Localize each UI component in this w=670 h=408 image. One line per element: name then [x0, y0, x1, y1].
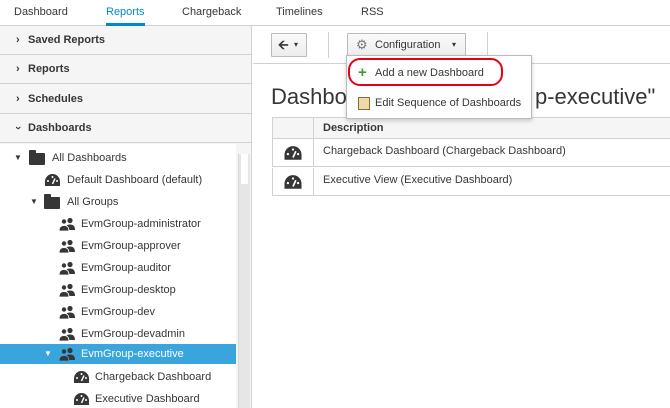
group-icon: [58, 305, 75, 320]
tree-node-label: EvmGroup-executive: [81, 348, 184, 360]
accordion-saved-reports[interactable]: › Saved Reports: [0, 26, 251, 55]
tree-node-dashboard[interactable]: Executive Dashboard: [0, 388, 236, 408]
tree-node-dashboard[interactable]: Chargeback Dashboard: [0, 366, 236, 388]
caret-down-icon: ▾: [452, 40, 457, 49]
chevron-right-icon: ›: [16, 63, 20, 75]
group-icon: [58, 261, 75, 276]
configuration-button[interactable]: ⚙ Configuration ▾: [347, 33, 466, 57]
scrollbar-thumb[interactable]: [241, 154, 248, 184]
group-icon: [58, 283, 75, 298]
chevron-right-icon: ›: [16, 34, 20, 46]
tree-node-label: All Dashboards: [52, 152, 127, 164]
tree-node-group[interactable]: EvmGroup-devadmin: [0, 323, 236, 345]
page-title-right: p-executive": [535, 84, 656, 109]
tree-node-label: EvmGroup-approver: [81, 240, 181, 252]
tab-dashboard[interactable]: Dashboard: [14, 0, 68, 26]
group-icon: [58, 327, 75, 342]
menu-item-label: Edit Sequence of Dashboards: [375, 97, 522, 109]
menu-item-edit-sequence[interactable]: Edit Sequence of Dashboards: [347, 91, 531, 115]
menu-item-add-dashboard[interactable]: + Add a new Dashboard: [347, 61, 531, 85]
folder-icon: [44, 194, 60, 211]
tab-chargeback[interactable]: Chargeback: [182, 0, 241, 26]
tree-node-label: Chargeback Dashboard: [95, 371, 212, 383]
table-header-row: Description: [272, 118, 670, 139]
group-icon: [58, 347, 75, 362]
accordion-label: Saved Reports: [28, 34, 106, 46]
table-row[interactable]: Executive View (Executive Dashboard): [272, 168, 670, 196]
table-row[interactable]: Chargeback Dashboard (Chargeback Dashboa…: [272, 139, 670, 167]
dashboard-icon: [73, 370, 89, 384]
folder-icon: [29, 150, 45, 167]
tree-node-label: Executive Dashboard: [95, 393, 200, 405]
dashboard-icon: [44, 173, 60, 187]
configuration-dropdown-menu: + Add a new Dashboard Edit Sequence of D…: [346, 55, 532, 119]
expand-triangle-icon[interactable]: ▼: [30, 191, 38, 213]
accordion-label: Schedules: [28, 93, 84, 105]
column-header-description[interactable]: Description: [323, 118, 384, 139]
dashboards-tree: ▼ All Dashboards Default Dashboard (defa…: [0, 144, 236, 408]
accordion-label: Reports: [28, 63, 70, 75]
tree-node-label: EvmGroup-dev: [81, 306, 155, 318]
group-icon: [58, 239, 75, 254]
row-icon-cell: [273, 139, 314, 166]
tab-rss[interactable]: RSS: [361, 0, 384, 26]
row-description: Chargeback Dashboard (Chargeback Dashboa…: [323, 145, 566, 157]
tree-node-group[interactable]: EvmGroup-approver: [0, 235, 236, 257]
expand-triangle-icon[interactable]: ▼: [44, 344, 52, 364]
accordion-schedules[interactable]: › Schedules: [0, 85, 251, 114]
clipboard-icon: [358, 97, 370, 110]
chevron-down-icon: ›: [11, 126, 24, 130]
toolbar-divider: [328, 32, 329, 58]
dashboard-icon: [283, 145, 303, 165]
tab-timelines[interactable]: Timelines: [276, 0, 323, 26]
plus-icon: +: [358, 64, 367, 81]
tree-node-all-dashboards[interactable]: ▼ All Dashboards: [0, 147, 236, 169]
menu-item-label: Add a new Dashboard: [375, 67, 484, 79]
chevron-right-icon: ›: [16, 93, 20, 105]
top-tabs: Dashboard Reports Chargeback Timelines R…: [0, 0, 670, 26]
page-title-left: Dashbo: [271, 84, 347, 109]
caret-down-icon: ▾: [294, 40, 299, 49]
configuration-label: Configuration: [375, 39, 441, 51]
group-icon: [58, 217, 75, 232]
page-title: Dashbo p-executive": [271, 84, 655, 110]
tree-node-label: All Groups: [67, 196, 119, 208]
row-description: Executive View (Executive Dashboard): [323, 174, 513, 186]
tree-scrollbar[interactable]: [238, 154, 250, 408]
tree-node-label: EvmGroup-administrator: [81, 218, 201, 230]
tree-node-label: EvmGroup-auditor: [81, 262, 171, 274]
tree-node-label: EvmGroup-devadmin: [81, 328, 185, 340]
expand-triangle-icon[interactable]: ▼: [14, 147, 22, 169]
dashboard-icon: [73, 392, 89, 406]
tree-node-label: Default Dashboard (default): [67, 174, 203, 186]
back-button[interactable]: 🡨 ▾: [271, 33, 307, 57]
tree-node-group-selected[interactable]: ▼ EvmGroup-executive: [0, 344, 236, 364]
accordion-dashboards[interactable]: › Dashboards: [0, 114, 251, 143]
sidebar: › Saved Reports › Reports › Schedules › …: [0, 26, 252, 408]
accordion-reports[interactable]: › Reports: [0, 55, 251, 84]
tree-node-group[interactable]: EvmGroup-desktop: [0, 279, 236, 301]
tab-reports[interactable]: Reports: [106, 0, 145, 26]
tree-node-group[interactable]: EvmGroup-dev: [0, 301, 236, 323]
dashboard-icon: [283, 174, 303, 194]
arrow-left-icon: 🡨: [278, 37, 289, 52]
tree-node-label: EvmGroup-desktop: [81, 284, 176, 296]
tree-node-group[interactable]: EvmGroup-auditor: [0, 257, 236, 279]
gear-icon: ⚙: [356, 37, 368, 52]
row-icon-cell: [273, 168, 314, 195]
accordion-label: Dashboards: [28, 122, 92, 134]
tree-node-all-groups[interactable]: ▼ All Groups: [0, 191, 236, 213]
tree-node-group[interactable]: EvmGroup-administrator: [0, 213, 236, 235]
header-icon-cell: [273, 118, 314, 138]
tree-node-default-dashboard[interactable]: Default Dashboard (default): [0, 169, 236, 191]
